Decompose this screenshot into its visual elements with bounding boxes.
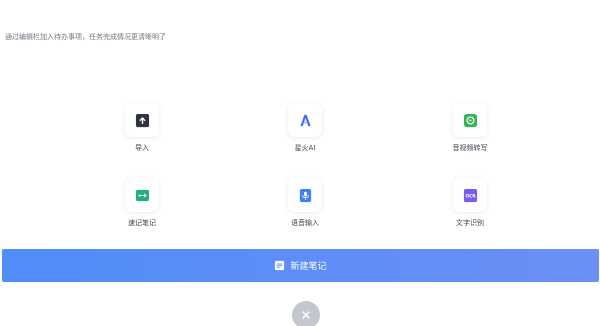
tile-import-label: 导入 bbox=[135, 144, 149, 152]
ocr-icon: OCR bbox=[453, 178, 487, 212]
close-icon bbox=[301, 310, 311, 320]
shorthand-note-icon bbox=[125, 178, 159, 212]
new-note-sheet: 通过编辑栏加入待办事项，任务完成情况更清晰明了 导入 星火AI 音视频转写 速记… bbox=[0, 0, 600, 326]
audio-video-transcribe-icon bbox=[453, 103, 487, 137]
note-icon bbox=[274, 260, 285, 271]
import-icon bbox=[125, 103, 159, 137]
svg-text:OCR: OCR bbox=[465, 193, 476, 199]
tile-ocr[interactable]: OCR 文字识别 bbox=[420, 178, 520, 228]
tile-shorthand-label: 速记笔记 bbox=[128, 219, 156, 227]
new-note-button-label: 新建笔记 bbox=[290, 262, 327, 272]
tile-transcribe-label: 音视频转写 bbox=[452, 144, 488, 152]
tile-transcribe[interactable]: 音视频转写 bbox=[420, 103, 520, 153]
new-note-button[interactable]: 新建笔记 bbox=[2, 249, 599, 282]
spark-ai-icon bbox=[288, 103, 322, 137]
close-button[interactable] bbox=[292, 301, 320, 326]
tile-import[interactable]: 导入 bbox=[92, 103, 192, 153]
tile-voice-input[interactable]: 语音输入 bbox=[255, 178, 355, 228]
voice-input-icon bbox=[288, 178, 322, 212]
todo-hint-text: 通过编辑栏加入待办事项，任务完成情况更清晰明了 bbox=[5, 33, 166, 41]
tile-voice-input-label: 语音输入 bbox=[291, 219, 319, 227]
tile-spark-ai-label: 星火AI bbox=[294, 144, 316, 152]
tile-spark-ai[interactable]: 星火AI bbox=[255, 103, 355, 153]
tile-shorthand[interactable]: 速记笔记 bbox=[92, 178, 192, 228]
tile-ocr-label: 文字识别 bbox=[456, 219, 484, 227]
